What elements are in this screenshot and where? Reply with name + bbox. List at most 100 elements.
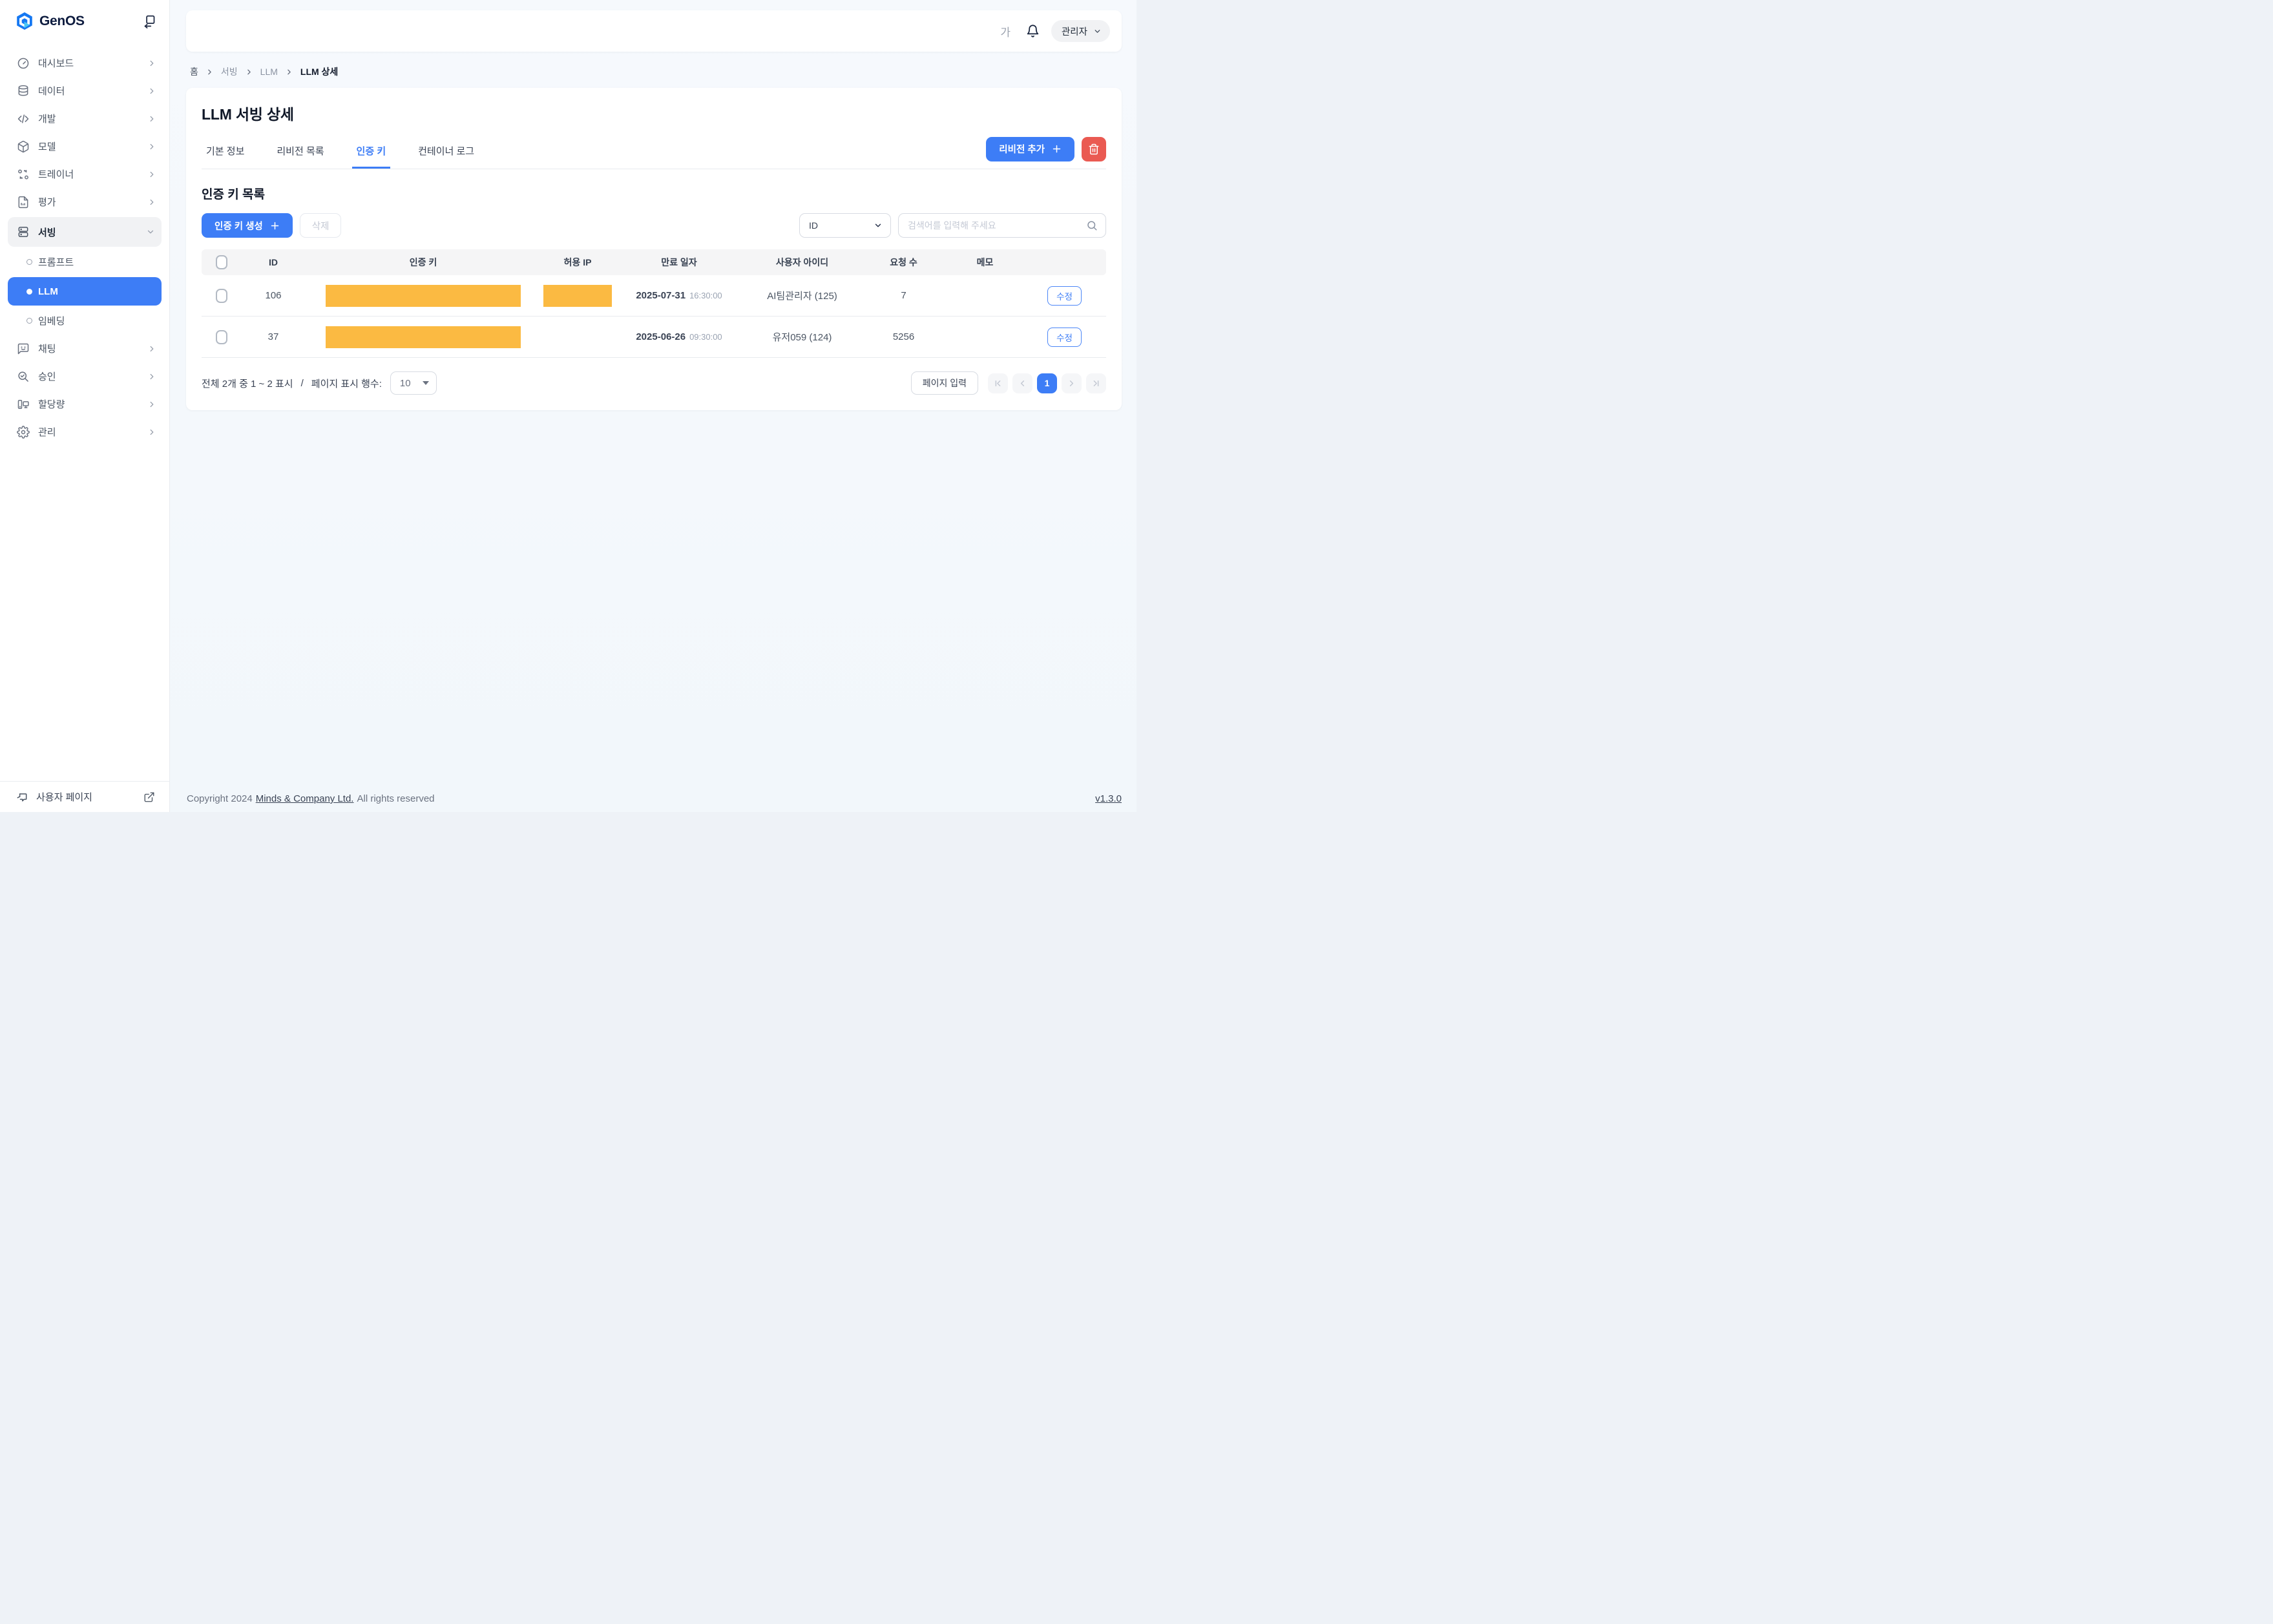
table-row: 106 2025-07-31 16:30:00 AI팀관리자 (125) 7 수…	[202, 275, 1106, 317]
chevron-right-icon	[147, 59, 156, 68]
row-id: 106	[242, 290, 305, 301]
sidebar-item-label: 트레이너	[38, 167, 74, 181]
tab-auth-key[interactable]: 인증 키	[352, 134, 391, 169]
chevron-right-icon	[147, 372, 156, 381]
gear-icon	[17, 426, 30, 439]
dot-bullet-icon	[26, 289, 32, 295]
chevron-right-icon	[147, 87, 156, 96]
breadcrumb-serving[interactable]: 서빙	[221, 65, 238, 78]
tab-revision-list[interactable]: 리비전 목록	[272, 134, 328, 169]
sidebar-item-serving[interactable]: 서빙	[8, 217, 162, 247]
delete-auth-key-button[interactable]: 삭제	[300, 213, 342, 238]
company-link[interactable]: Minds & Company Ltd.	[256, 793, 354, 804]
chevron-right-icon	[147, 170, 156, 179]
table-row: 37 2025-06-26 09:30:00 유저059 (124) 5256 …	[202, 317, 1106, 358]
breadcrumb-home[interactable]: 홈	[190, 65, 198, 78]
rows-per-page-select[interactable]: 10	[390, 371, 437, 395]
chevron-down-icon	[1093, 27, 1102, 36]
create-auth-key-button[interactable]: 인증 키 생성	[202, 213, 293, 238]
topbar: 가 관리자	[186, 10, 1122, 52]
caret-down-icon	[423, 381, 429, 385]
expire-date: 2025-06-26	[636, 331, 686, 342]
next-page-button[interactable]	[1062, 373, 1082, 393]
tab-basic-info[interactable]: 기본 정보	[202, 134, 249, 169]
sidebar-item-embedding[interactable]: 임베딩	[0, 307, 169, 335]
edit-button[interactable]: 수정	[1047, 286, 1082, 306]
col-id: ID	[242, 257, 305, 267]
sidebar-item-prompt[interactable]: 프롬프트	[0, 248, 169, 276]
sidebar-collapse-icon[interactable]	[143, 14, 156, 29]
footer: Copyright 2024 Minds & Company Ltd. All …	[187, 793, 1122, 804]
sidebar-item-evaluation[interactable]: 평가	[0, 188, 169, 216]
last-page-button[interactable]	[1086, 373, 1106, 393]
sidebar-item-model[interactable]: 모델	[0, 132, 169, 160]
pagination-summary: 전체 2개 중 1 ~ 2 표시	[202, 377, 293, 390]
auth-key-redacted	[326, 326, 521, 348]
sidebar-item-llm[interactable]: LLM	[8, 277, 162, 306]
sidebar-item-approval[interactable]: 승인	[0, 362, 169, 390]
chevron-down-icon	[874, 221, 883, 230]
user-menu-label: 관리자	[1062, 25, 1087, 38]
select-all-cell	[202, 255, 242, 269]
sidebar-item-label: 모델	[38, 140, 56, 153]
search-input[interactable]	[908, 220, 1081, 231]
code-icon	[17, 112, 30, 125]
sidebar-item-data[interactable]: 데이터	[0, 77, 169, 105]
sidebar-item-label: 할당량	[38, 397, 65, 411]
approve-icon	[17, 370, 30, 383]
auth-key-redacted	[326, 285, 521, 307]
table-header: ID 인증 키 허용 IP 만료 일자 사용자 아이디 요청 수 메모	[202, 249, 1106, 275]
row-checkbox[interactable]	[216, 289, 227, 303]
search-icon	[1086, 220, 1098, 231]
database-icon	[17, 85, 30, 98]
chevron-right-icon	[147, 428, 156, 437]
filter-search-group: ID	[799, 213, 1106, 238]
font-size-button[interactable]: 가	[1000, 23, 1011, 39]
breadcrumb-current: LLM 상세	[300, 65, 338, 78]
notifications-button[interactable]	[1026, 24, 1040, 38]
spacer	[186, 410, 1122, 793]
expire-date: 2025-07-31	[636, 290, 686, 301]
delete-serving-button[interactable]	[1082, 137, 1106, 161]
sidebar-item-chat[interactable]: 채팅	[0, 335, 169, 362]
circle-bullet-icon	[26, 259, 32, 265]
pager-controls: 페이지 입력 1	[911, 371, 1106, 395]
select-all-checkbox[interactable]	[216, 255, 227, 269]
prev-page-button[interactable]	[1012, 373, 1032, 393]
bell-icon	[1026, 24, 1040, 38]
tab-container-log[interactable]: 컨테이너 로그	[414, 134, 479, 169]
logo-row: GenOS	[0, 0, 169, 39]
row-checkbox[interactable]	[216, 330, 227, 344]
auth-key-list-title: 인증 키 목록	[202, 185, 1106, 202]
user-page-link[interactable]: 사용자 페이지	[0, 781, 169, 812]
sidebar-item-label: 서빙	[38, 225, 56, 239]
first-page-button[interactable]	[988, 373, 1008, 393]
row-id: 37	[242, 331, 305, 342]
page-1-button[interactable]: 1	[1037, 373, 1057, 393]
edit-button[interactable]: 수정	[1047, 328, 1082, 347]
trash-icon	[1088, 143, 1100, 155]
sidebar-item-trainer[interactable]: 트레이너	[0, 160, 169, 188]
row-requests: 5256	[860, 331, 947, 342]
sidebar-item-admin[interactable]: 관리	[0, 418, 169, 446]
chevron-right-icon	[285, 68, 293, 76]
breadcrumb-llm[interactable]: LLM	[260, 67, 278, 77]
page-input-button[interactable]: 페이지 입력	[911, 371, 978, 395]
server-icon	[17, 225, 30, 238]
row-expire: 2025-07-31 16:30:00	[614, 290, 744, 301]
last-page-icon	[1091, 379, 1101, 388]
sidebar-item-label: 임베딩	[38, 314, 65, 328]
col-allowed-ip: 허용 IP	[541, 256, 614, 269]
page-title: LLM 서빙 상세	[202, 102, 1106, 124]
version-link[interactable]: v1.3.0	[1095, 793, 1122, 804]
col-memo: 메모	[947, 256, 1023, 269]
search-field-select[interactable]: ID	[799, 213, 891, 238]
add-revision-button[interactable]: 리비전 추가	[986, 137, 1074, 161]
sidebar-item-quota[interactable]: 할당량	[0, 390, 169, 418]
sidebar-item-dashboard[interactable]: 대시보드	[0, 49, 169, 77]
sidebar-item-develop[interactable]: 개발	[0, 105, 169, 132]
sidebar-nav: 대시보드 데이터 개발 모델	[0, 49, 169, 781]
user-menu[interactable]: 관리자	[1051, 20, 1110, 42]
chevron-right-icon	[147, 400, 156, 409]
breadcrumb: 홈 서빙 LLM LLM 상세	[190, 65, 1122, 78]
